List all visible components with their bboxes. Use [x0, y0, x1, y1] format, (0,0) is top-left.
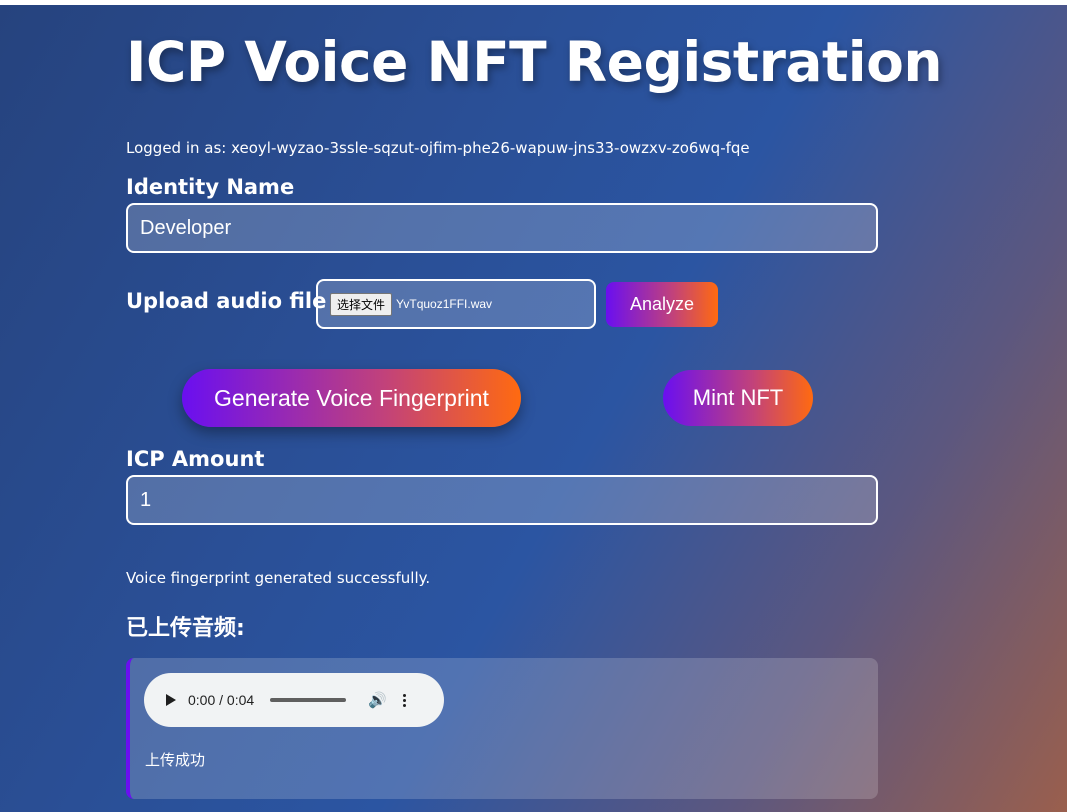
- uploaded-audio-title: 已上传音频:: [126, 616, 245, 641]
- generate-fingerprint-button[interactable]: Generate Voice Fingerprint: [182, 369, 521, 427]
- mint-nft-button[interactable]: Mint NFT: [663, 370, 813, 426]
- upload-success-message: 上传成功: [145, 751, 206, 769]
- player-time: 0:00 / 0:04: [188, 692, 255, 708]
- icp-amount-input[interactable]: [126, 475, 878, 525]
- volume-icon[interactable]: 🔊: [368, 693, 387, 708]
- more-options-icon[interactable]: [402, 693, 406, 707]
- upload-audio-label: Upload audio file: [126, 289, 327, 313]
- selected-file-name: YvTquoz1FFI.wav: [396, 297, 493, 311]
- play-icon[interactable]: [166, 694, 176, 706]
- choose-file-button[interactable]: 选择文件: [330, 292, 393, 316]
- icp-amount-label: ICP Amount: [126, 447, 265, 471]
- seek-slider[interactable]: [270, 698, 347, 702]
- logged-in-text: Logged in as: xeoyl-wyzao-3ssle-sqzut-oj…: [126, 139, 750, 157]
- identity-name-input[interactable]: [126, 203, 878, 253]
- page-title: ICP Voice NFT Registration: [126, 30, 943, 94]
- status-message: Voice fingerprint generated successfully…: [126, 569, 431, 587]
- audio-file-input[interactable]: 选择文件 YvTquoz1FFI.wav: [316, 279, 596, 329]
- audio-player[interactable]: 0:00 / 0:04 🔊: [144, 673, 444, 727]
- identity-name-label: Identity Name: [126, 175, 295, 199]
- analyze-button[interactable]: Analyze: [606, 282, 718, 327]
